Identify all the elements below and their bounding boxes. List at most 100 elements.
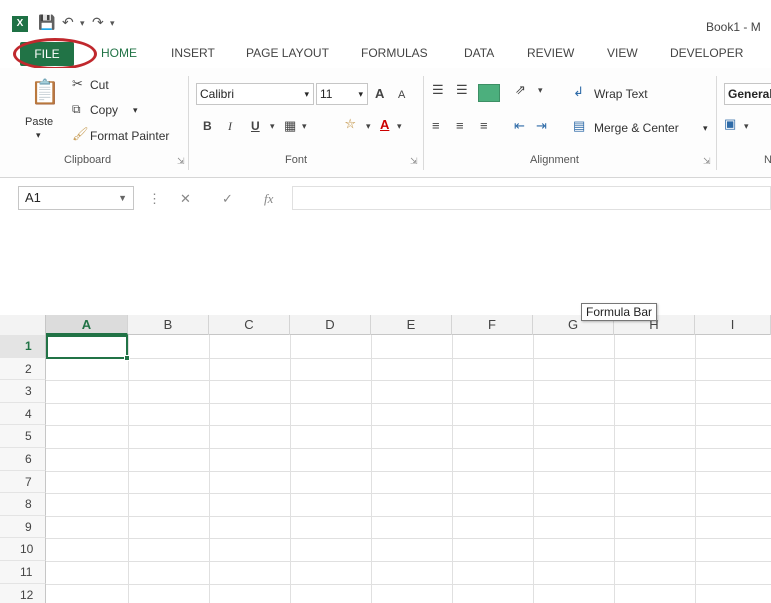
alignment-launcher-icon[interactable]: ⇲ <box>703 156 711 167</box>
select-all-corner[interactable] <box>0 315 46 335</box>
underline-dropdown-icon[interactable]: ▾ <box>270 121 275 132</box>
gridline <box>209 335 210 603</box>
paste-icon[interactable]: 📋 <box>30 78 60 107</box>
cut-button[interactable]: Cut <box>90 78 109 92</box>
excel-logo-icon: X <box>12 16 28 32</box>
clipboard-launcher-icon[interactable]: ⇲ <box>177 156 185 167</box>
font-color-button[interactable]: A <box>380 117 389 132</box>
row-header-9[interactable]: 9 <box>0 515 46 539</box>
increase-indent-icon[interactable]: ⇥ <box>536 118 547 134</box>
row-header-12[interactable]: 12 <box>0 583 46 603</box>
wrap-text-button[interactable]: Wrap Text <box>594 87 648 101</box>
tab-home[interactable]: HOME <box>101 46 137 60</box>
title-bar: X 💾 ↶ ▾ ↷ ▾ Book1 - M <box>0 0 771 40</box>
gridline <box>371 335 372 603</box>
column-header-a[interactable]: A <box>46 315 128 335</box>
copy-dropdown-icon[interactable]: ▾ <box>133 105 138 116</box>
merge-dropdown-icon[interactable]: ▾ <box>703 123 708 134</box>
row-header-5[interactable]: 5 <box>0 425 46 448</box>
tab-formulas[interactable]: FORMULAS <box>361 46 428 60</box>
insert-function-button[interactable]: fx <box>264 191 273 207</box>
gridline <box>46 538 771 540</box>
window-title: Book1 - M <box>706 20 761 34</box>
wrap-text-icon[interactable]: ↲ <box>573 84 584 100</box>
tab-view[interactable]: VIEW <box>607 46 638 60</box>
cut-icon[interactable]: ✂ <box>72 76 83 92</box>
row-header-1[interactable]: 1 <box>0 335 46 358</box>
paste-button[interactable]: Paste <box>25 116 53 128</box>
font-name-select[interactable]: Calibri ▾ <box>196 83 314 105</box>
tab-data[interactable]: DATA <box>464 46 494 60</box>
name-box-value: A1 <box>25 190 41 205</box>
shrink-font-button[interactable]: A <box>398 89 405 101</box>
worksheet-grid[interactable]: A B C D E F G H I 1 2 3 4 5 6 7 8 9 10 1… <box>0 315 771 603</box>
column-header-c[interactable]: C <box>209 315 290 335</box>
align-right-icon[interactable]: ≡ <box>480 118 488 133</box>
column-header-b[interactable]: B <box>128 315 209 335</box>
font-size-select[interactable]: 11 ▾ <box>316 83 368 105</box>
merge-center-icon[interactable]: ▤ <box>573 118 585 134</box>
align-bottom-icon[interactable] <box>478 84 500 102</box>
font-launcher-icon[interactable]: ⇲ <box>410 156 418 167</box>
align-middle-icon[interactable]: ☰ <box>456 82 468 98</box>
tab-insert[interactable]: INSERT <box>171 46 215 60</box>
align-top-icon[interactable]: ☰ <box>432 82 444 98</box>
name-box[interactable]: A1 ▼ <box>18 186 134 210</box>
accounting-dropdown-icon[interactable]: ▾ <box>744 121 749 132</box>
accounting-format-icon[interactable]: ▣ <box>724 116 736 132</box>
row-header-6[interactable]: 6 <box>0 448 46 471</box>
align-center-icon[interactable]: ≡ <box>456 118 464 133</box>
more-options-icon[interactable]: ⋮ <box>148 191 161 207</box>
format-painter-button[interactable]: Format Painter <box>90 129 169 143</box>
column-header-i[interactable]: I <box>695 315 771 335</box>
row-header-7[interactable]: 7 <box>0 470 46 494</box>
gridline <box>46 493 771 495</box>
row-header-10[interactable]: 10 <box>0 538 46 561</box>
undo-icon[interactable]: ↶ <box>62 14 74 31</box>
copy-button[interactable]: Copy <box>90 103 118 117</box>
fill-color-icon[interactable]: ⛦ <box>345 116 355 132</box>
column-header-e[interactable]: E <box>371 315 452 335</box>
customize-qat-icon[interactable]: ▾ <box>110 18 115 29</box>
save-icon[interactable]: 💾 <box>38 14 55 31</box>
gridline <box>46 583 771 585</box>
tab-developer[interactable]: DEVELOPER <box>670 46 743 60</box>
merge-center-button[interactable]: Merge & Center <box>594 121 679 135</box>
grow-font-button[interactable]: A <box>375 86 384 101</box>
borders-icon[interactable]: ▦ <box>284 118 296 134</box>
row-header-4[interactable]: 4 <box>0 402 46 426</box>
row-header-8[interactable]: 8 <box>0 493 46 516</box>
undo-dropdown-icon[interactable]: ▾ <box>80 18 85 29</box>
borders-dropdown-icon[interactable]: ▾ <box>302 121 307 132</box>
column-header-f[interactable]: F <box>452 315 533 335</box>
number-format-select[interactable]: General <box>724 83 771 105</box>
underline-button[interactable]: U <box>251 119 260 133</box>
fill-handle[interactable] <box>124 355 130 361</box>
tab-page-layout[interactable]: PAGE LAYOUT <box>246 46 329 60</box>
formula-input[interactable] <box>292 186 771 210</box>
font-color-dropdown-icon[interactable]: ▾ <box>397 121 402 132</box>
italic-button[interactable]: I <box>228 119 232 134</box>
row-header-3[interactable]: 3 <box>0 380 46 403</box>
cancel-entry-icon[interactable]: ✕ <box>180 191 191 207</box>
orientation-dropdown-icon[interactable]: ▾ <box>538 85 543 96</box>
active-cell[interactable] <box>46 335 130 361</box>
gridline <box>614 335 615 603</box>
format-painter-icon[interactable]: 🖌 <box>72 126 89 142</box>
orientation-icon[interactable]: ⇗ <box>515 82 526 98</box>
redo-icon[interactable]: ↷ <box>92 14 104 31</box>
column-header-d[interactable]: D <box>290 315 371 335</box>
bold-button[interactable]: B <box>203 119 212 133</box>
formula-bar-tooltip: Formula Bar <box>581 303 658 321</box>
confirm-entry-icon[interactable]: ✓ <box>222 191 233 207</box>
gridline <box>46 515 771 517</box>
copy-icon[interactable]: ⧉ <box>72 102 81 117</box>
tab-review[interactable]: REVIEW <box>527 46 574 60</box>
paste-dropdown-icon[interactable]: ▾ <box>36 130 41 141</box>
number-group-label: N <box>764 154 771 166</box>
fill-color-dropdown-icon[interactable]: ▾ <box>366 121 371 132</box>
decrease-indent-icon[interactable]: ⇤ <box>514 118 525 134</box>
align-left-icon[interactable]: ≡ <box>432 118 440 133</box>
row-header-2[interactable]: 2 <box>0 357 46 381</box>
row-header-11[interactable]: 11 <box>0 561 46 584</box>
